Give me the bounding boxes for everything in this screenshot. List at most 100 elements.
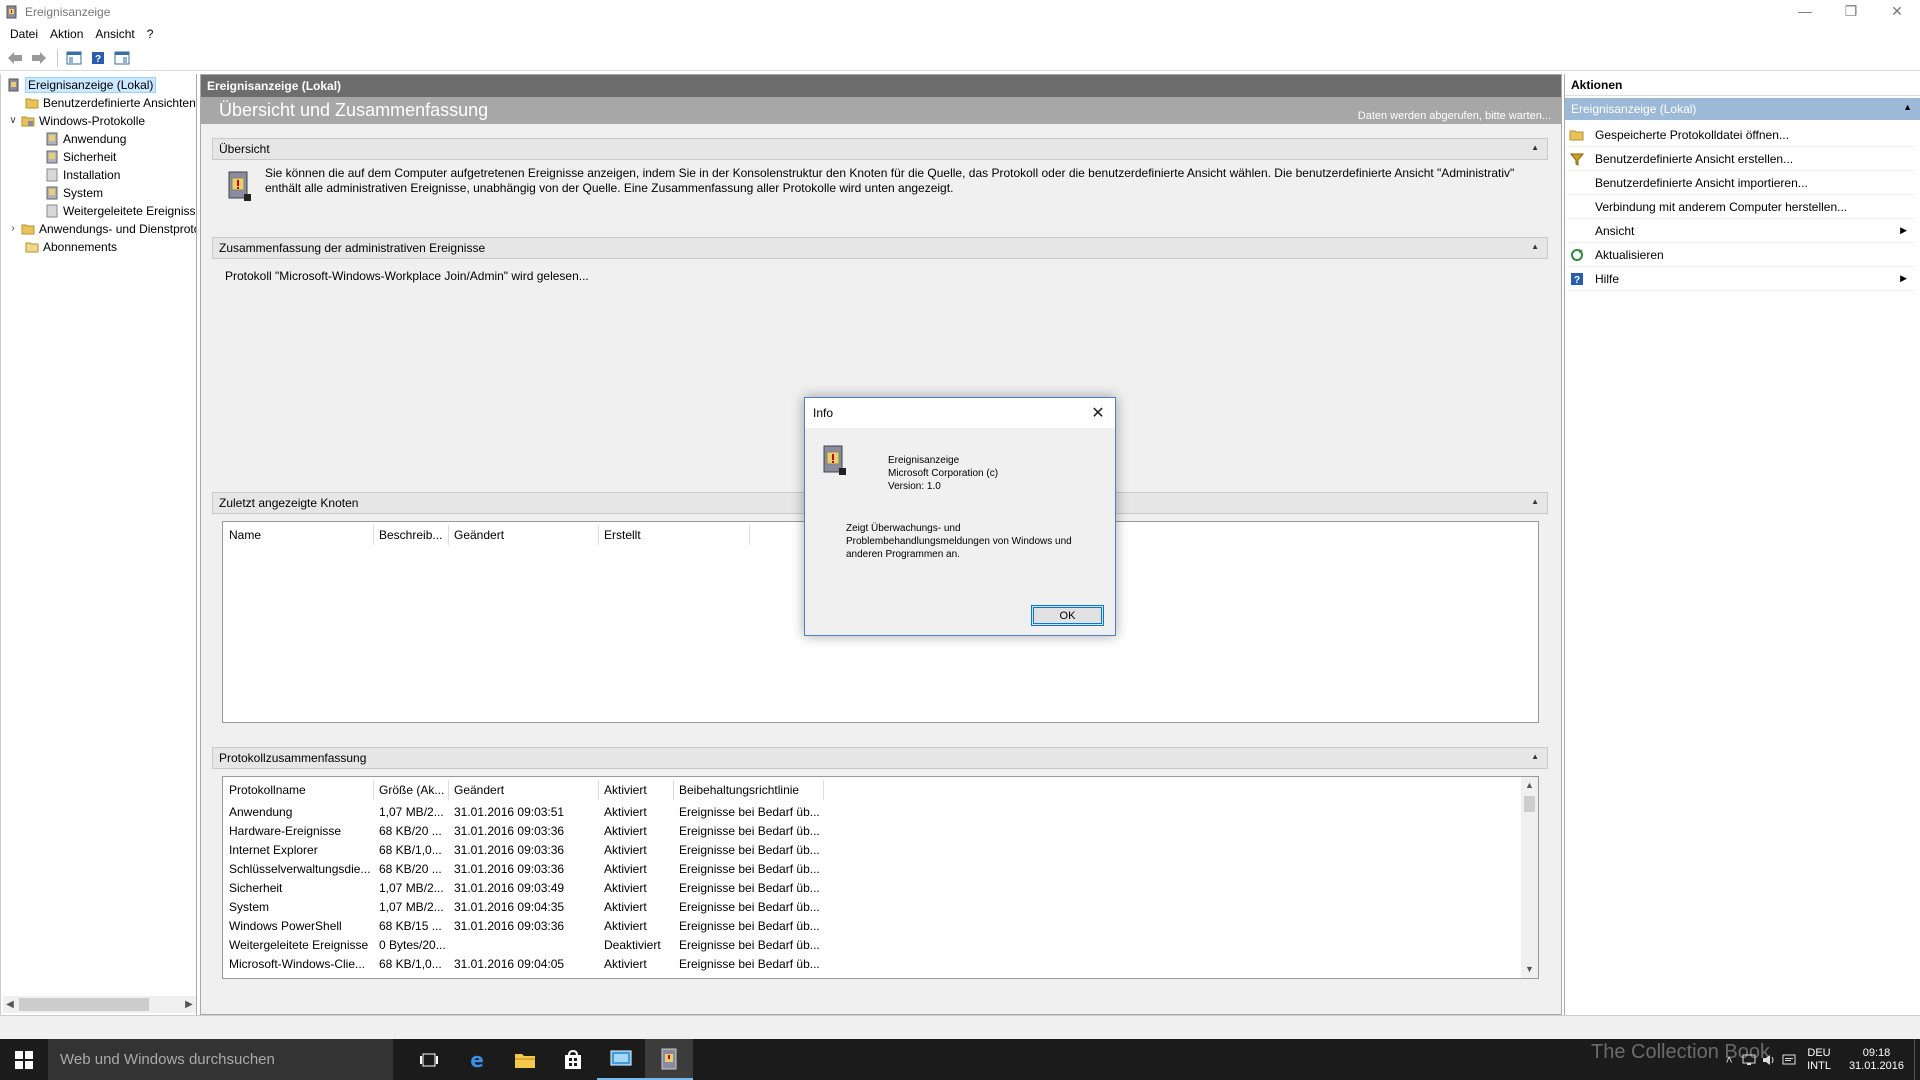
- column-header-name[interactable]: Name: [229, 528, 261, 542]
- taskbar-search-input[interactable]: Web und Windows durchsuchen: [48, 1039, 393, 1080]
- action-refresh[interactable]: Aktualisieren: [1565, 243, 1915, 267]
- column-header-retention[interactable]: Beibehaltungsrichtlinie: [679, 783, 799, 797]
- taskbar-file-explorer[interactable]: [501, 1039, 549, 1080]
- action-open-saved-log[interactable]: Gespeicherte Protokolldatei öffnen...: [1565, 123, 1915, 147]
- scroll-thumb[interactable]: [19, 998, 149, 1011]
- tree-item-installation[interactable]: Installation: [45, 166, 120, 183]
- log-summary-vertical-scrollbar[interactable]: ▲ ▼: [1521, 777, 1538, 978]
- column-header-description[interactable]: Beschreib...: [379, 528, 442, 542]
- column-divider[interactable]: [448, 780, 449, 800]
- tree-item-custom-views[interactable]: Benutzerdefinierte Ansichten: [25, 94, 196, 111]
- close-button[interactable]: ✕: [1874, 0, 1920, 22]
- table-row[interactable]: Schlüsselverwaltungsdie... 68 KB/20 ... 31…: [223, 861, 1521, 879]
- tree-item-sicherheit[interactable]: Sicherheit: [45, 148, 116, 165]
- column-divider[interactable]: [373, 525, 374, 545]
- column-divider[interactable]: [373, 780, 374, 800]
- taskbar-store[interactable]: [549, 1039, 597, 1080]
- column-header-log-name[interactable]: Protokollname: [229, 783, 306, 797]
- table-row[interactable]: Weitergeleitete Ereignisse 0 Bytes/20... D…: [223, 937, 1521, 955]
- column-divider[interactable]: [598, 525, 599, 545]
- back-button[interactable]: [4, 48, 26, 68]
- event-viewer-large-icon: [228, 171, 251, 201]
- tree-item-root[interactable]: Ereignisanzeige (Lokal): [7, 76, 157, 93]
- action-connect-computer[interactable]: Verbindung mit anderem Computer herstell…: [1565, 195, 1915, 219]
- event-viewer-icon: [661, 1048, 677, 1069]
- column-divider[interactable]: [598, 780, 599, 800]
- log-summary-list[interactable]: Protokollname Größe (Ak... Geändert Akti…: [222, 776, 1539, 979]
- modified-cell: 31.01.2016 09:03:36: [454, 862, 565, 876]
- tree-horizontal-scrollbar[interactable]: ◀ ▶: [3, 996, 196, 1013]
- show-hide-tree-button[interactable]: [63, 48, 85, 68]
- scroll-up-icon[interactable]: ▲: [1521, 777, 1538, 794]
- show-hide-action-pane-button[interactable]: [111, 48, 133, 68]
- minimize-button[interactable]: —: [1782, 0, 1828, 22]
- column-header-modified[interactable]: Geändert: [454, 528, 504, 542]
- column-divider[interactable]: [448, 525, 449, 545]
- scroll-thumb[interactable]: [1524, 796, 1535, 812]
- menu-datei[interactable]: Datei: [4, 27, 44, 41]
- admin-summary-section-header[interactable]: Zusammenfassung der administrativen Erei…: [212, 237, 1548, 259]
- column-divider[interactable]: [749, 525, 750, 545]
- column-header-modified[interactable]: Geändert: [454, 783, 504, 797]
- action-import-custom-view[interactable]: Benutzerdefinierte Ansicht importieren..…: [1565, 171, 1915, 195]
- chevron-down-icon[interactable]: ∨: [7, 115, 19, 126]
- table-row[interactable]: Windows PowerShell 68 KB/15 ... 31.01.2016…: [223, 918, 1521, 936]
- table-row[interactable]: Internet Explorer 68 KB/1,0... 31.01.2016 …: [223, 842, 1521, 860]
- taskbar-edge[interactable]: e: [453, 1039, 501, 1080]
- tree-item-windows-logs[interactable]: ∨ Windows-Protokolle: [7, 112, 145, 129]
- start-button[interactable]: [0, 1039, 48, 1080]
- column-header-enabled[interactable]: Aktiviert: [604, 783, 647, 797]
- enabled-cell: Aktiviert: [604, 881, 647, 895]
- log-summary-section-header[interactable]: Protokollzusammenfassung ▲: [212, 747, 1548, 769]
- menu-ansicht[interactable]: Ansicht: [89, 27, 140, 41]
- collapse-icon[interactable]: ▲: [1531, 242, 1539, 251]
- overview-section-header[interactable]: Übersicht ▲: [212, 138, 1548, 160]
- table-row[interactable]: System 1,07 MB/2... 31.01.2016 09:04:35 Akt…: [223, 899, 1521, 917]
- restore-button[interactable]: ❐: [1828, 0, 1874, 22]
- actions-group-header[interactable]: Ereignisanzeige (Lokal) ▲: [1565, 98, 1920, 120]
- dialog-titlebar[interactable]: Info ✕: [805, 398, 1115, 428]
- close-icon[interactable]: ✕: [1087, 402, 1109, 424]
- column-header-created[interactable]: Erstellt: [604, 528, 641, 542]
- collapse-icon[interactable]: ▲: [1531, 143, 1539, 152]
- action-create-custom-view[interactable]: Benutzerdefinierte Ansicht erstellen...: [1565, 147, 1915, 171]
- action-help[interactable]: ? Hilfe ▶: [1565, 267, 1915, 291]
- ok-button[interactable]: OK: [1031, 605, 1104, 626]
- table-row[interactable]: Hardware-Ereignisse 68 KB/20 ... 31.01.201…: [223, 823, 1521, 841]
- table-row[interactable]: Sicherheit 1,07 MB/2... 31.01.2016 09:03:4…: [223, 880, 1521, 898]
- table-row[interactable]: Anwendung 1,07 MB/2... 31.01.2016 09:03:51…: [223, 804, 1521, 822]
- taskbar-event-viewer[interactable]: [645, 1039, 693, 1080]
- collapse-icon[interactable]: ▲: [1903, 102, 1912, 112]
- tree-item-subscriptions[interactable]: Abonnements: [25, 238, 117, 255]
- tree-item-anwendung[interactable]: Anwendung: [45, 130, 126, 147]
- column-divider[interactable]: [673, 780, 674, 800]
- scroll-left-icon[interactable]: ◀: [3, 999, 17, 1010]
- collapse-icon[interactable]: ▲: [1531, 752, 1539, 761]
- column-header-size[interactable]: Größe (Ak...: [379, 783, 444, 797]
- table-row[interactable]: Microsoft-Windows-Clie... 68 KB/1,0... 31.…: [223, 956, 1521, 974]
- action-view[interactable]: Ansicht ▶: [1565, 219, 1915, 243]
- input-language-indicator[interactable]: DEU INTL: [1807, 1047, 1831, 1073]
- log-icon: [46, 150, 58, 163]
- action-center-icon[interactable]: [1779, 1039, 1799, 1080]
- help-button[interactable]: ?: [87, 48, 109, 68]
- taskbar-clock[interactable]: 09:18 31.01.2016: [1849, 1047, 1904, 1073]
- folder-icon: [25, 98, 39, 108]
- tree-item-app-service-logs[interactable]: › Anwendungs- und Dienstprotokolle: [7, 220, 196, 237]
- tree-item-forwarded[interactable]: Weitergeleitete Ereignisse: [45, 202, 196, 219]
- overview-text: Sie können die auf dem Computer aufgetre…: [265, 166, 1515, 195]
- tree-item-system[interactable]: System: [45, 184, 103, 201]
- scroll-right-icon[interactable]: ▶: [182, 999, 196, 1010]
- column-divider[interactable]: [823, 780, 824, 800]
- retention-cell: Ereignisse bei Bedarf üb...: [679, 805, 820, 819]
- dialog-description: Zeigt Überwachungs- und Problembehandlun…: [846, 523, 1072, 560]
- taskbar-remote-app[interactable]: [597, 1039, 645, 1080]
- collapse-icon[interactable]: ▲: [1531, 497, 1539, 506]
- menu-help[interactable]: ?: [141, 27, 160, 41]
- menu-aktion[interactable]: Aktion: [44, 27, 89, 41]
- show-desktop-button[interactable]: [1914, 1039, 1920, 1080]
- scroll-down-icon[interactable]: ▼: [1521, 961, 1538, 978]
- task-view-button[interactable]: [405, 1039, 453, 1080]
- chevron-right-icon[interactable]: ›: [7, 223, 19, 234]
- forward-button[interactable]: [28, 48, 50, 68]
